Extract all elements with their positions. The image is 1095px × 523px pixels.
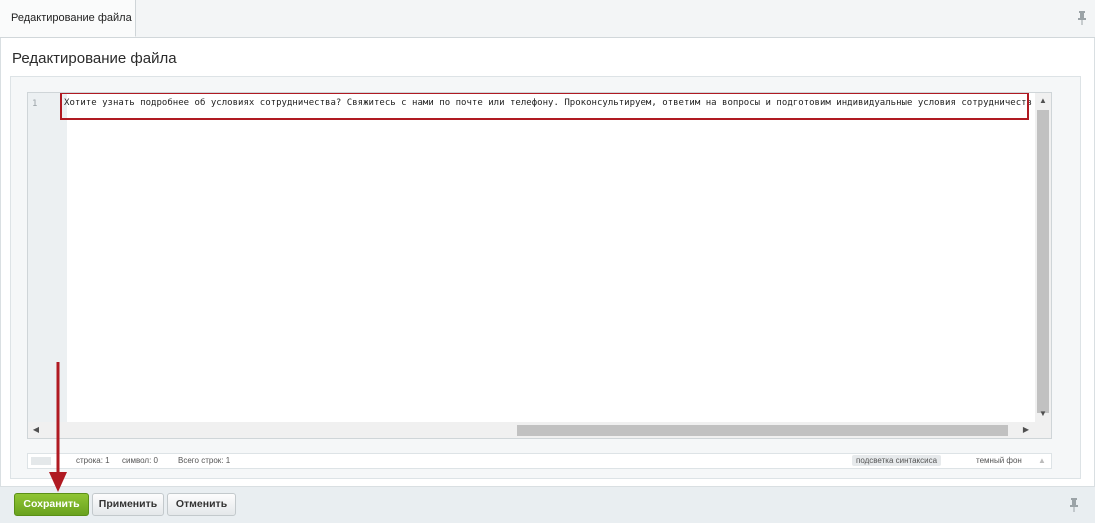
up-arrow-icon[interactable]: ▲ <box>1035 93 1051 109</box>
vertical-scroll-thumb[interactable] <box>1037 110 1049 413</box>
horizontal-scrollbar[interactable]: ◀ ▶ <box>28 422 1035 438</box>
save-button[interactable]: Сохранить <box>14 493 89 516</box>
code-editor[interactable]: 1 Хотите узнать подробнее об условиях со… <box>27 92 1052 439</box>
line-number: 1 <box>32 99 38 109</box>
status-line: строка: 1 <box>76 456 110 465</box>
tab-bar: Редактирование файла <box>0 0 1095 38</box>
theme-toggle[interactable]: темный фон <box>976 454 1022 468</box>
left-arrow-icon[interactable]: ◀ <box>28 422 44 438</box>
down-arrow-icon[interactable]: ▼ <box>1035 406 1051 422</box>
pin-icon[interactable] <box>1069 498 1079 512</box>
highlight-box <box>60 93 1029 120</box>
horizontal-scroll-thumb[interactable] <box>517 425 1008 436</box>
vertical-scrollbar[interactable]: ▲ ▼ <box>1035 93 1051 438</box>
cancel-button[interactable]: Отменить <box>167 493 236 516</box>
apply-button[interactable]: Применить <box>92 493 164 516</box>
tab-label: Редактирование файла <box>11 12 132 24</box>
tab-edit-file[interactable]: Редактирование файла <box>0 0 136 37</box>
page-title: Редактирование файла <box>12 50 177 67</box>
right-arrow-icon[interactable]: ▶ <box>1018 422 1034 438</box>
red-arrow-icon <box>49 362 67 492</box>
editor-container: 1 Хотите узнать подробнее об условиях со… <box>10 76 1081 479</box>
pin-icon[interactable] <box>1077 11 1087 25</box>
editor-status-bar: строка: 1 символ: 0 Всего строк: 1 подсв… <box>27 453 1052 469</box>
status-symbol: символ: 0 <box>122 456 158 465</box>
status-total: Всего строк: 1 <box>178 456 231 465</box>
syntax-toggle[interactable]: подсветка синтаксиса <box>852 455 942 466</box>
main-panel: Редактирование файла 1 Хотите узнать под… <box>0 38 1095 487</box>
resize-icon[interactable]: ▲ <box>1038 454 1046 468</box>
